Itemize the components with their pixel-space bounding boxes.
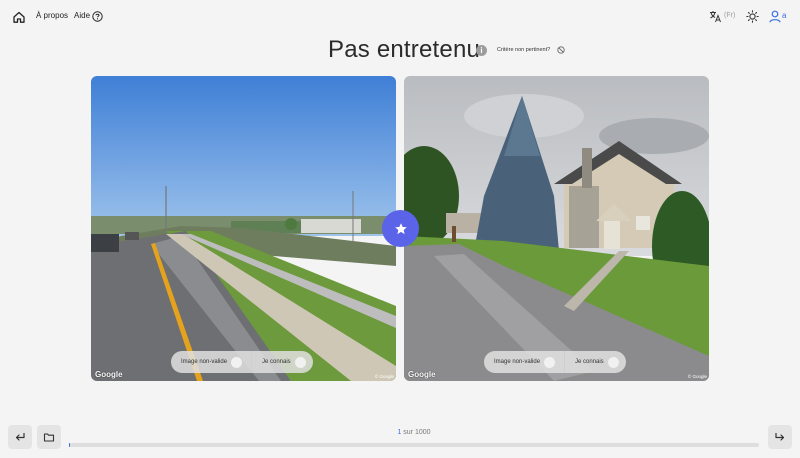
user-label[interactable]: a: [782, 11, 786, 20]
translate-icon[interactable]: [708, 9, 722, 23]
user-icon[interactable]: [768, 9, 781, 23]
image-toolbar: Image non-valide Je connais: [171, 351, 313, 373]
street-view-image: [404, 76, 709, 381]
redo-icon: [775, 432, 785, 441]
invalid-image-label: Image non-valide: [494, 359, 541, 365]
sun-icon[interactable]: [745, 9, 759, 23]
total-count: 1000: [414, 429, 431, 436]
image-panel-right[interactable]: Image non-valide Je connais Google © Goo…: [404, 76, 709, 381]
progress-bar[interactable]: [69, 443, 759, 447]
toggle-indicator[interactable]: [607, 356, 619, 368]
next-button[interactable]: [768, 425, 792, 449]
info-icon[interactable]: i: [476, 45, 487, 56]
title-row: Pas entretenu: [0, 36, 800, 66]
page-counter: 1 sur 1000: [0, 429, 800, 436]
image-panel-left[interactable]: Image non-valide Je connais Google © Goo…: [91, 76, 396, 381]
google-watermark: Google: [408, 370, 436, 379]
image-credit: © Google: [687, 374, 707, 379]
not-relevant-icon[interactable]: [557, 46, 565, 54]
counter-separator: sur: [403, 429, 414, 436]
toggle-indicator[interactable]: [231, 356, 243, 368]
invalid-image-toggle[interactable]: Image non-valide: [484, 351, 564, 373]
home-icon[interactable]: [11, 9, 27, 25]
progress-fill: [69, 443, 71, 447]
language-indicator[interactable]: (Fr): [724, 12, 735, 19]
top-bar: À propos Aide (Fr) a: [0, 0, 800, 34]
help-link[interactable]: Aide: [74, 11, 90, 20]
invalid-image-label: Image non-valide: [181, 359, 228, 365]
question-circle-icon[interactable]: [91, 10, 103, 22]
know-place-toggle[interactable]: Je connais: [251, 351, 306, 373]
toggle-indicator[interactable]: [544, 356, 556, 368]
criteria-link[interactable]: Critère non pertinent?: [497, 47, 550, 53]
star-icon: [394, 222, 407, 234]
favorite-button[interactable]: [382, 210, 419, 247]
know-place-toggle[interactable]: Je connais: [564, 351, 619, 373]
toggle-indicator[interactable]: [294, 356, 306, 368]
know-place-label: Je connais: [575, 359, 604, 365]
know-place-label: Je connais: [262, 359, 291, 365]
image-credit: © Google: [374, 374, 394, 379]
image-toolbar: Image non-valide Je connais: [484, 351, 626, 373]
street-view-image: [91, 76, 396, 381]
invalid-image-toggle[interactable]: Image non-valide: [171, 351, 251, 373]
current-index: 1: [397, 429, 402, 436]
about-link[interactable]: À propos: [36, 11, 68, 20]
page-title: Pas entretenu: [328, 36, 481, 63]
google-watermark: Google: [95, 370, 123, 379]
